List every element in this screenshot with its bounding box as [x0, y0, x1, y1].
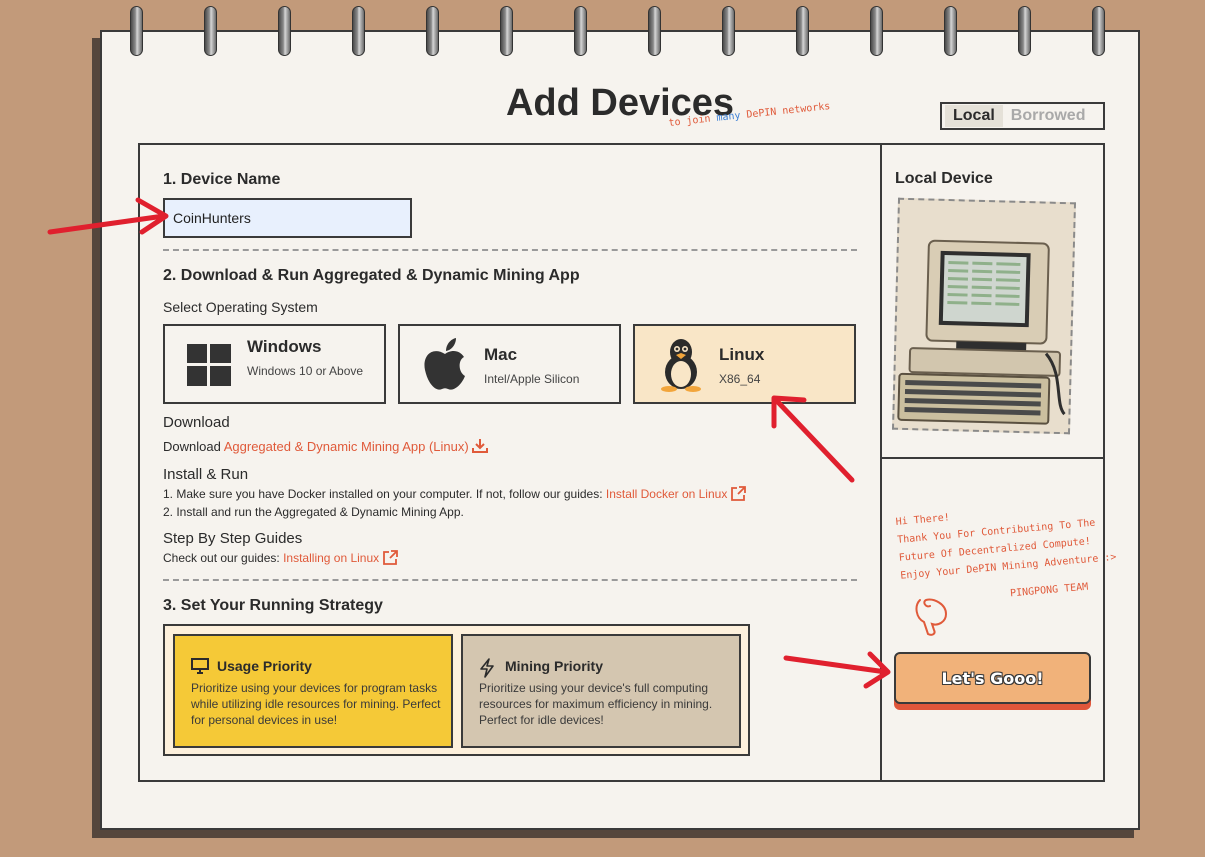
strategy-description: Prioritize using your device's full comp…: [479, 681, 713, 727]
spiral-ring: [278, 6, 291, 56]
section-strategy-heading: 3. Set Your Running Strategy: [163, 597, 383, 614]
spiral-ring: [1018, 6, 1031, 56]
toggle-local[interactable]: Local: [945, 105, 1003, 127]
select-os-label: Select Operating System: [163, 299, 318, 315]
spiral-ring: [870, 6, 883, 56]
strategy-title: Usage Priority: [217, 658, 312, 674]
device-name-input[interactable]: [163, 198, 412, 238]
monitor-icon: [191, 658, 209, 674]
lets-go-button[interactable]: Let's Gooo!: [894, 652, 1091, 704]
spiral-ring: [944, 6, 957, 56]
spiral-ring: [352, 6, 365, 56]
external-link-icon[interactable]: [382, 550, 398, 565]
strategy-mining-priority[interactable]: Mining Priority Prioritize using your de…: [461, 634, 741, 748]
section-download-heading: 2. Download & Run Aggregated & Dynamic M…: [163, 267, 580, 284]
spiral-ring: [722, 6, 735, 56]
os-subtitle: X86_64: [719, 372, 761, 386]
section-device-name-heading: 1. Device Name: [163, 171, 281, 188]
download-line: Download Aggregated & Dynamic Mining App…: [163, 438, 489, 454]
install-step-1: 1. Make sure you have Docker installed o…: [163, 486, 746, 501]
os-subtitle: Windows 10 or Above: [247, 364, 364, 378]
annotation-arrow: [783, 651, 891, 689]
section-divider: [163, 249, 857, 251]
os-name: Mac: [484, 345, 518, 364]
lightning-icon: [480, 658, 494, 678]
strategy-description: Prioritize using your devices for progra…: [191, 681, 441, 727]
pingpong-logo-doodle-icon: [915, 598, 948, 636]
strategy-title: Mining Priority: [505, 658, 603, 674]
spiral-ring: [204, 6, 217, 56]
external-link-icon[interactable]: [730, 486, 746, 501]
os-option-mac[interactable]: Mac Intel/Apple Silicon: [398, 324, 621, 404]
spiral-ring: [574, 6, 587, 56]
spiral-ring: [648, 6, 661, 56]
local-device-label: Local Device: [895, 170, 993, 187]
section-divider: [163, 579, 857, 581]
windows-icon: [187, 344, 231, 386]
os-name: Linux: [719, 345, 765, 364]
install-heading: Install & Run: [163, 466, 249, 483]
apple-icon: [424, 338, 465, 390]
os-option-windows[interactable]: Windows Windows 10 or Above: [163, 324, 386, 404]
os-name: Windows: [247, 337, 322, 356]
guides-line: Check out our guides: Installing on Linu…: [163, 550, 398, 565]
device-source-toggle: Local Borrowed: [940, 102, 1105, 130]
os-subtitle: Intel/Apple Silicon: [484, 372, 580, 386]
toggle-borrowed[interactable]: Borrowed: [1003, 105, 1094, 127]
spiral-ring: [796, 6, 809, 56]
installing-on-linux-link[interactable]: Installing on Linux: [283, 551, 379, 565]
linux-tux-icon: [661, 339, 701, 392]
spiral-ring: [130, 6, 143, 56]
strategy-options: Usage Priority Prioritize using your dev…: [163, 624, 750, 756]
annotation-arrow: [47, 197, 169, 235]
install-step-2: 2. Install and run the Aggregated & Dyna…: [163, 505, 464, 519]
strategy-usage-priority[interactable]: Usage Priority Prioritize using your dev…: [173, 634, 453, 748]
download-heading: Download: [163, 414, 230, 431]
download-app-link[interactable]: Aggregated & Dynamic Mining App (Linux): [224, 439, 469, 454]
spiral-ring: [426, 6, 439, 56]
spiral-ring: [1092, 6, 1105, 56]
guides-heading: Step By Step Guides: [163, 530, 303, 547]
spiral-ring: [500, 6, 513, 56]
annotation-arrow: [771, 395, 855, 483]
install-docker-link[interactable]: Install Docker on Linux: [606, 487, 727, 501]
retro-computer-image: [891, 197, 1077, 435]
download-icon[interactable]: [472, 438, 489, 453]
